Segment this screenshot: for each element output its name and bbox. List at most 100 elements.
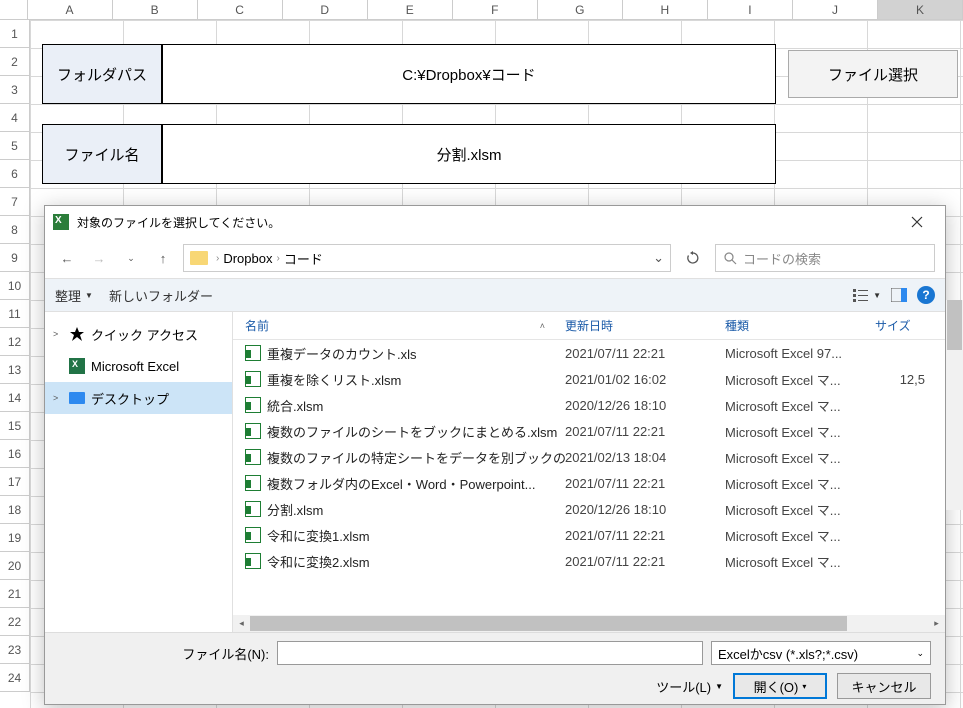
file-row[interactable]: 分割.xlsm2020/12/26 18:10Microsoft Excel マ… (233, 496, 945, 522)
row-header[interactable]: 14 (0, 384, 30, 412)
refresh-button[interactable] (679, 244, 707, 272)
sidebar-item[interactable]: > デスクトップ (45, 382, 232, 414)
file-row[interactable]: 令和に変換1.xlsm2021/07/11 22:21Microsoft Exc… (233, 522, 945, 548)
row-header[interactable]: 22 (0, 608, 30, 636)
column-header[interactable]: G (538, 0, 623, 19)
sidebar-item[interactable]: >クイック アクセス (45, 318, 232, 350)
row-header[interactable]: 5 (0, 132, 30, 160)
file-date: 2021/02/13 18:04 (565, 450, 725, 465)
file-row[interactable]: 複数フォルダ内のExcel・Word・Powerpoint... 2021/07/… (233, 470, 945, 496)
folder-path-value-cell[interactable]: C:¥Dropbox¥コード (162, 44, 776, 104)
file-icon (245, 423, 261, 439)
horizontal-scrollbar[interactable]: ◂ ▸ (233, 615, 945, 632)
row-header[interactable]: 16 (0, 440, 30, 468)
row-header[interactable]: 18 (0, 496, 30, 524)
row-header[interactable]: 9 (0, 244, 30, 272)
chevron-down-icon[interactable]: ⌄ (653, 250, 664, 266)
close-button[interactable] (897, 206, 937, 238)
breadcrumb-part[interactable]: コード (284, 249, 323, 268)
file-date: 2021/07/11 22:21 (565, 476, 725, 491)
sort-indicator-icon: ˄ (540, 321, 545, 331)
view-options[interactable]: ▼ (853, 288, 881, 302)
back-button[interactable]: ← (55, 246, 79, 270)
column-header[interactable]: A (28, 0, 113, 19)
scroll-left-button[interactable]: ◂ (233, 615, 250, 632)
header-name[interactable]: 名前 (245, 317, 269, 334)
column-header[interactable]: F (453, 0, 538, 19)
row-header[interactable]: 19 (0, 524, 30, 552)
file-name: 複数フォルダ内のExcel・Word・Powerpoint... (267, 474, 536, 493)
file-row[interactable]: 令和に変換2.xlsm2021/07/11 22:21Microsoft Exc… (233, 548, 945, 574)
header-date[interactable]: 更新日時 (565, 317, 725, 334)
row-header[interactable]: 3 (0, 76, 30, 104)
filename-input[interactable] (277, 641, 703, 665)
file-list-headers[interactable]: 名前 ˄ 更新日時 種類 サイズ (233, 312, 945, 340)
sidebar-item[interactable]: Microsoft Excel (45, 350, 232, 382)
row-header[interactable]: 4 (0, 104, 30, 132)
file-type: Microsoft Excel マ... (725, 448, 875, 467)
row-header[interactable]: 23 (0, 636, 30, 664)
preview-pane-button[interactable] (891, 288, 907, 302)
column-header[interactable]: B (113, 0, 198, 19)
column-header[interactable]: J (793, 0, 878, 19)
row-header[interactable]: 13 (0, 356, 30, 384)
scrollbar-thumb[interactable] (250, 616, 847, 631)
up-button[interactable]: ↑ (151, 246, 175, 270)
folder-path-label-cell: フォルダパス (42, 44, 162, 104)
file-list[interactable]: 重複データのカウント.xls2021/07/11 22:21Microsoft … (233, 340, 945, 615)
sidebar-item-label: デスクトップ (91, 389, 169, 408)
file-name-value-cell[interactable]: 分割.xlsm (162, 124, 776, 184)
chevron-down-icon: ▼ (85, 291, 93, 300)
row-headers: 123456789101112131415161718192021222324 (0, 20, 30, 692)
row-header[interactable]: 15 (0, 412, 30, 440)
row-header[interactable]: 6 (0, 160, 30, 188)
forward-button[interactable]: → (87, 246, 111, 270)
outer-vertical-scrollbar[interactable] (946, 300, 963, 510)
chevron-right-icon: > (53, 393, 63, 403)
select-all-cell[interactable] (0, 0, 28, 19)
column-header[interactable]: K (878, 0, 963, 19)
help-button[interactable]: ? (917, 286, 935, 304)
file-row[interactable]: 複数のファイルの特定シートをデータを別ブックの...2021/02/13 18:… (233, 444, 945, 470)
file-row[interactable]: 重複を除くリスト.xlsm2021/01/02 16:02Microsoft E… (233, 366, 945, 392)
file-row[interactable]: 複数のファイルのシートをブックにまとめる.xlsm2021/07/11 22:2… (233, 418, 945, 444)
row-header[interactable]: 7 (0, 188, 30, 216)
row-header[interactable]: 11 (0, 300, 30, 328)
header-size[interactable]: サイズ (875, 317, 925, 334)
file-date: 2021/07/11 22:21 (565, 346, 725, 361)
file-type-filter[interactable]: Excelかcsv (*.xls?;*.csv) ⌄ (711, 641, 931, 665)
row-header[interactable]: 1 (0, 20, 30, 48)
open-button[interactable]: 開く(O) ▾ (733, 673, 827, 699)
column-header[interactable]: I (708, 0, 793, 19)
recent-dropdown[interactable]: ⌄ (119, 246, 143, 270)
column-header[interactable]: H (623, 0, 708, 19)
tools-menu[interactable]: ツール(L)▼ (656, 677, 723, 696)
new-folder-button[interactable]: 新しいフォルダー (109, 286, 213, 305)
file-row[interactable]: 重複データのカウント.xls2021/07/11 22:21Microsoft … (233, 340, 945, 366)
file-size: 12,5 (875, 372, 925, 387)
row-header[interactable]: 20 (0, 552, 30, 580)
file-select-button[interactable]: ファイル選択 (788, 50, 958, 98)
row-header[interactable]: 10 (0, 272, 30, 300)
file-row[interactable]: 統合.xlsm2020/12/26 18:10Microsoft Excel マ… (233, 392, 945, 418)
cancel-button[interactable]: キャンセル (837, 673, 931, 699)
row-header[interactable]: 12 (0, 328, 30, 356)
organize-menu[interactable]: 整理▼ (55, 286, 93, 305)
column-header[interactable]: C (198, 0, 283, 19)
search-input[interactable]: コードの検索 (715, 244, 935, 272)
header-type[interactable]: 種類 (725, 317, 875, 334)
breadcrumb[interactable]: › Dropbox › コード ⌄ (183, 244, 671, 272)
row-header[interactable]: 8 (0, 216, 30, 244)
column-header[interactable]: D (283, 0, 368, 19)
breadcrumb-part[interactable]: Dropbox (223, 251, 272, 266)
scroll-right-button[interactable]: ▸ (928, 615, 945, 632)
row-header[interactable]: 24 (0, 664, 30, 692)
row-header[interactable]: 17 (0, 468, 30, 496)
search-placeholder: コードの検索 (743, 249, 821, 268)
row-header[interactable]: 2 (0, 48, 30, 76)
file-icon (245, 371, 261, 387)
column-header[interactable]: E (368, 0, 453, 19)
scrollbar-thumb[interactable] (947, 300, 962, 350)
dialog-toolbar: 整理▼ 新しいフォルダー ▼ ? (45, 278, 945, 312)
row-header[interactable]: 21 (0, 580, 30, 608)
